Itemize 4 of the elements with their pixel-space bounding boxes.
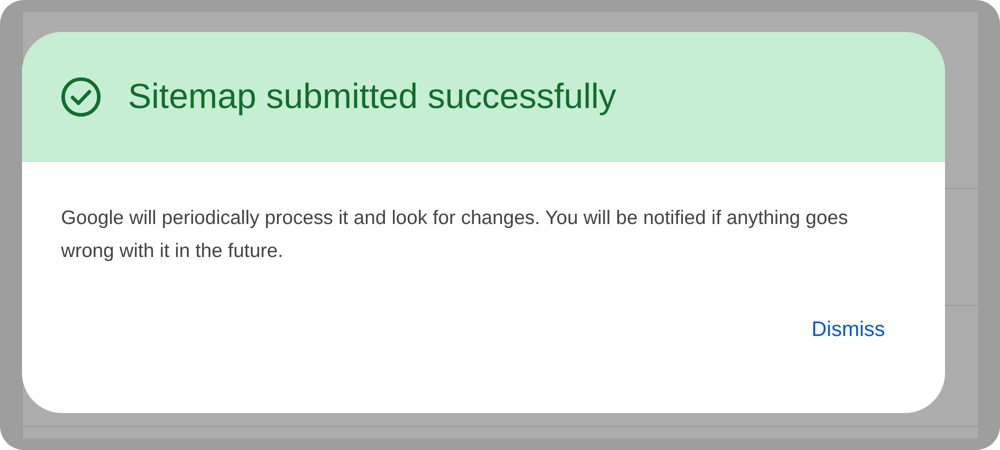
dialog-message: Google will periodically process it and look for changes. You will be notified if anything goes wrong with it in the future. (61, 206, 849, 264)
dismiss-button[interactable]: Dismiss (812, 314, 885, 346)
dialog-title: Sitemap submitted successfully (128, 77, 616, 117)
check-circle-icon (60, 76, 102, 118)
